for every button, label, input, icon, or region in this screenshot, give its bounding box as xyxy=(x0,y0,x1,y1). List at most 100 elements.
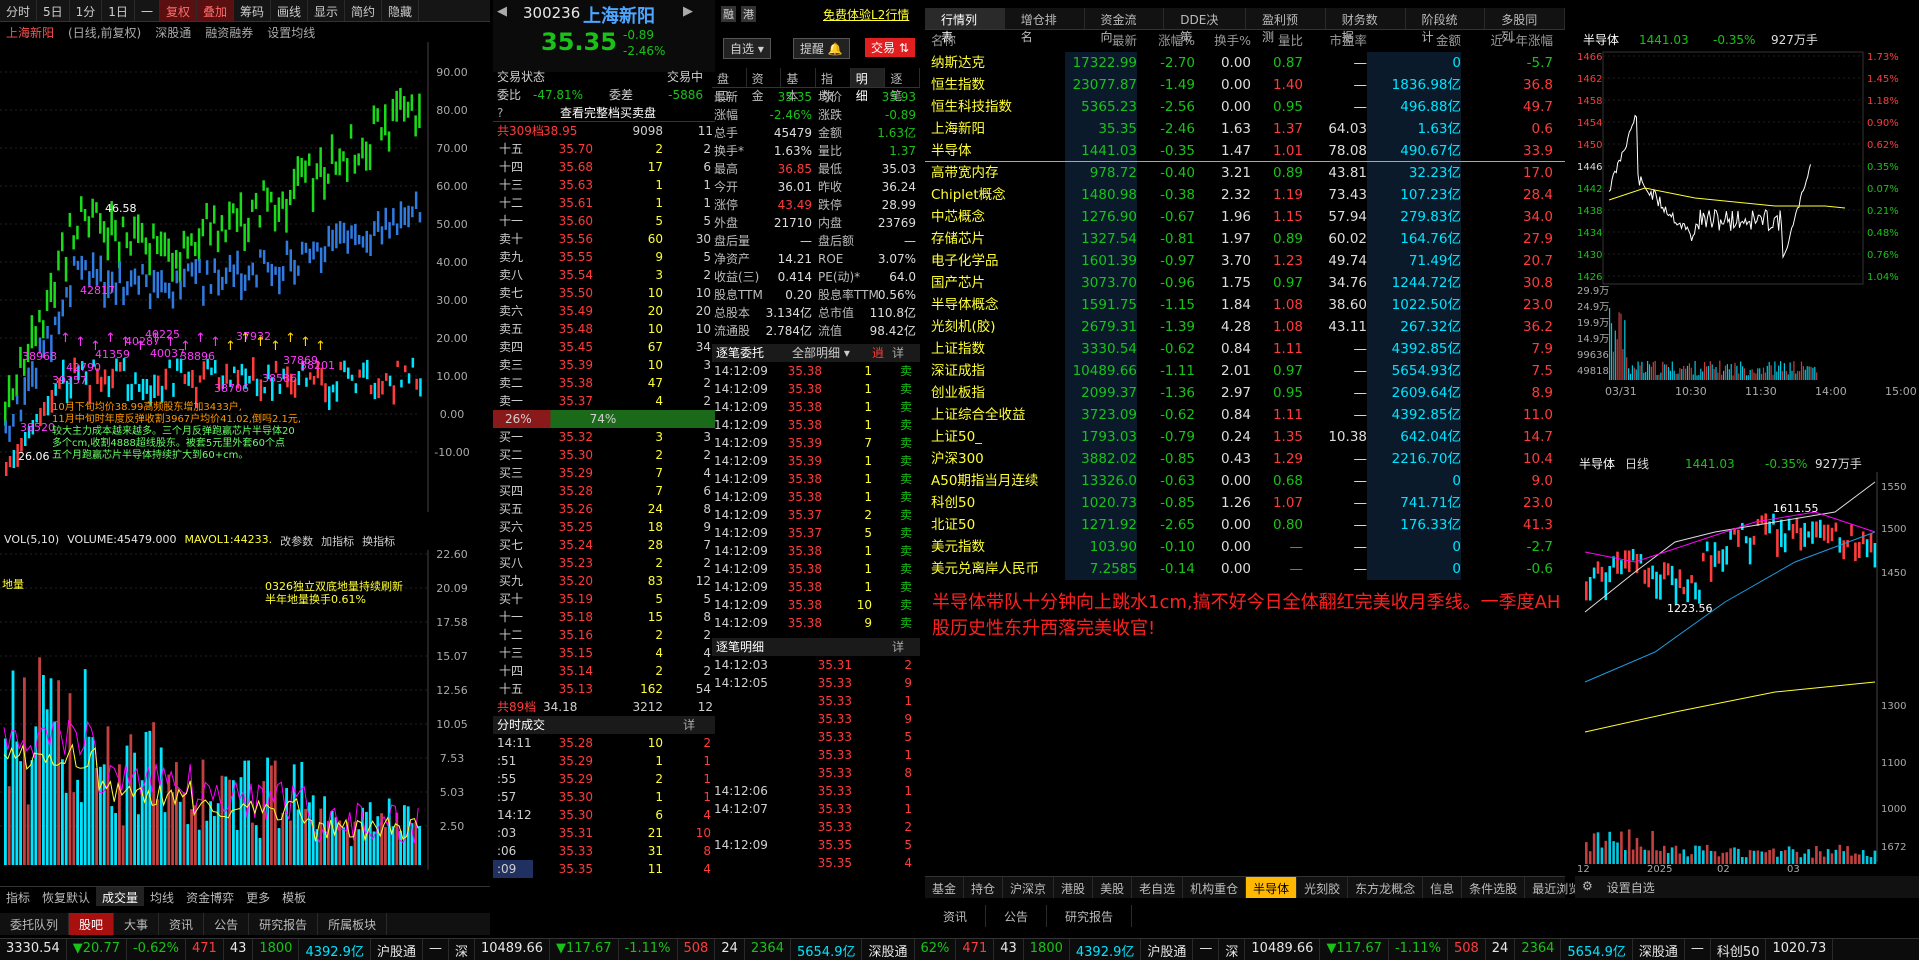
trade-button[interactable]: 交易 ⇅ xyxy=(865,38,915,57)
market-row[interactable]: 纳斯达克 17322.99 -2.70 0.00 0.87 —0 -5.7 xyxy=(925,52,1565,74)
info-tab-3[interactable]: 资讯 xyxy=(159,913,205,935)
info-tab-4[interactable]: 公告 xyxy=(204,913,250,935)
market-news-tab-0[interactable]: 资讯 xyxy=(925,905,987,927)
market-row[interactable]: 上海新阳 35.35 -2.46 1.63 1.37 64.03 1.63亿 0.6 xyxy=(925,118,1565,140)
detail-tab-0[interactable]: 盘口 xyxy=(712,68,747,103)
market-row[interactable]: 国产芯片 3073.70 -0.96 1.75 0.97 34.76 1244.72亿 30.… xyxy=(925,272,1565,294)
market-row[interactable]: 深证成指 10489.66 -1.11 2.01 0.97 —5654.93亿 7.5 xyxy=(925,360,1565,382)
detail-tab-5[interactable]: 逐笔 xyxy=(885,68,921,103)
market-row[interactable]: 创业板指 2099.37 -1.36 2.97 0.95 —2609.64亿 8.9 xyxy=(925,382,1565,404)
watchlist-button[interactable]: 自选 ▾ xyxy=(723,38,771,59)
indicator-tab-4[interactable]: 资金博弈 xyxy=(180,887,240,906)
watchlist-tab-2[interactable]: 沪深京 xyxy=(1003,877,1055,898)
intraday-index-chart[interactable]: 半导体 1441.03 -0.35% 927万手 1466 1462 1458 1454 145… xyxy=(1575,30,1919,450)
watchlist-tab-8[interactable]: 光刻胶 xyxy=(1297,877,1349,898)
market-row[interactable]: 半导体 1441.03 -0.35 1.47 1.01 78.08 490.67亿 33.9 xyxy=(925,140,1565,162)
market-row[interactable]: 中芯概念 1276.90 -0.67 1.96 1.15 57.94 279.83亿 34.0 xyxy=(925,206,1565,228)
prev-stock-icon[interactable]: ◀ xyxy=(497,4,507,19)
daily-index-chart[interactable]: 半导体 日线 1441.03 -0.35% 927万手 1550 1500 1450 1300 1… xyxy=(1575,452,1919,872)
market-news-tab-1[interactable]: 公告 xyxy=(986,905,1048,927)
market-tab-6[interactable]: 阶段统计 xyxy=(1406,8,1486,44)
toolbar-item-11[interactable]: 隐藏 xyxy=(382,0,420,21)
market-row[interactable]: 美元兑离岸人民币 7.2585 -0.14 0.00— —0 -0.6 xyxy=(925,558,1565,580)
market-tab-2[interactable]: 资金流向 xyxy=(1085,8,1165,44)
zb-more[interactable]: 详 xyxy=(892,344,912,362)
indicator-tab-6[interactable]: 模板 xyxy=(276,887,312,906)
zb-select[interactable]: 全部明细 ▾ xyxy=(792,344,872,362)
market-tab-0[interactable]: 行情列表 xyxy=(925,8,1005,44)
info-tab-0[interactable]: 委托队列 xyxy=(0,913,70,935)
watchlist-tab-7[interactable]: 半导体 xyxy=(1246,877,1298,898)
indicator-tab-2[interactable]: 成交量 xyxy=(96,887,145,906)
watchlist-tab-9[interactable]: 东方龙概念 xyxy=(1348,877,1424,898)
detail-tab-3[interactable]: 指数 xyxy=(816,68,851,103)
market-row[interactable]: 上证综合全收益 3723.09 -0.62 0.84 1.11 —4392.85亿 11.0 xyxy=(925,404,1565,426)
market-row[interactable]: 恒生科技指数 5365.23 -2.56 0.00 0.95 —496.88亿 49.7 xyxy=(925,96,1565,118)
chart-link-1[interactable]: 深股通 xyxy=(155,24,191,40)
indicator-tab-5[interactable]: 更多 xyxy=(240,887,276,906)
swap-indicator-button[interactable]: 换指标 xyxy=(362,533,395,549)
kline-chart[interactable]: 90.00 80.00 70.00 60.00 50.00 40.00 30.00 20.00… xyxy=(0,42,490,512)
info-tab-1[interactable]: 股吧 xyxy=(69,913,115,935)
toolbar-item-5[interactable]: 复权 xyxy=(159,0,197,21)
toolbar-item-1[interactable]: 5日 xyxy=(37,0,70,21)
next-stock-icon[interactable]: ▶ xyxy=(683,4,693,19)
watchlist-tab-4[interactable]: 美股 xyxy=(1093,877,1133,898)
full-book-link[interactable]: ? 查看完整档买卖盘 xyxy=(493,104,715,122)
mx-more[interactable]: 详 xyxy=(892,638,912,656)
chart-link-3[interactable]: 设置均线 xyxy=(267,24,315,40)
detail-tab-1[interactable]: 资金 xyxy=(747,68,782,103)
market-row[interactable]: 恒生指数 23077.87 -1.49 0.00 1.40 —1836.98亿 36.8 xyxy=(925,74,1565,96)
alert-button[interactable]: 提醒 🔔 xyxy=(793,38,850,59)
market-row[interactable]: 电子化学品 1601.39 -0.97 3.70 1.23 49.74 71.49亿 20.7 xyxy=(925,250,1565,272)
detail-tab-4[interactable]: 明细 xyxy=(850,68,886,103)
volume-chart[interactable]: 22.60 20.09 17.58 15.07 12.56 10.05 7.53 5.03 2.… xyxy=(0,550,490,870)
detail-tab-2[interactable]: 基本 xyxy=(781,68,817,103)
settings-watchlist-button[interactable]: 设置自选 xyxy=(1600,876,1662,898)
market-row[interactable]: 光刻机(胶) 2679.31 -1.39 4.28 1.08 43.11 267.32亿 36… xyxy=(925,316,1565,338)
market-tab-7[interactable]: 多股同列 xyxy=(1485,8,1565,44)
info-tab-2[interactable]: 大事 xyxy=(114,913,160,935)
change-params-button[interactable]: 改参数 xyxy=(280,533,313,549)
toolbar-item-9[interactable]: 显示 xyxy=(308,0,346,21)
market-news-tab-2[interactable]: 研究报告 xyxy=(1047,905,1133,927)
market-tab-4[interactable]: 盈利预测 xyxy=(1246,8,1326,44)
indicator-tab-0[interactable]: 指标 xyxy=(0,887,36,906)
market-row[interactable]: 存储芯片 1327.54 -0.81 1.97 0.89 60.02 164.76亿 27.9 xyxy=(925,228,1565,250)
watchlist-tab-6[interactable]: 机构重仓 xyxy=(1183,877,1247,898)
watchlist-tab-11[interactable]: 条件选股 xyxy=(1462,877,1526,898)
watchlist-tab-3[interactable]: 港股 xyxy=(1054,877,1094,898)
l2-trial-link[interactable]: 免费体验L2行情 xyxy=(823,6,909,23)
settings-icon[interactable]: ⚙ xyxy=(1575,876,1600,898)
watchlist-tab-1[interactable]: 持仓 xyxy=(964,877,1004,898)
indicator-tab-1[interactable]: 恢复默认 xyxy=(36,887,96,906)
market-row[interactable]: 沪深300 3882.02 -0.85 0.43 1.29 —2216.70亿 10.4 xyxy=(925,448,1565,470)
watchlist-tab-0[interactable]: 基金 xyxy=(925,877,965,898)
watchlist-tab-10[interactable]: 信息 xyxy=(1423,877,1463,898)
market-tab-5[interactable]: 财务数据 xyxy=(1326,8,1406,44)
add-indicator-button[interactable]: 加指标 xyxy=(321,533,354,549)
market-row[interactable]: 北证50 1271.92 -2.65 0.00 0.80 —176.33亿 41.3 xyxy=(925,514,1565,536)
market-row[interactable]: 科创50 1020.73 -0.85 1.26 1.07 —741.71亿 23.0 xyxy=(925,492,1565,514)
indicator-tab-3[interactable]: 均线 xyxy=(144,887,180,906)
market-row[interactable]: 上证指数 3330.54 -0.62 0.84 1.11 —4392.85亿 7.9 xyxy=(925,338,1565,360)
toolbar-item-8[interactable]: 画线 xyxy=(271,0,309,21)
toolbar-item-6[interactable]: 叠加 xyxy=(196,0,234,21)
market-tab-3[interactable]: DDE决策 xyxy=(1164,8,1246,44)
toolbar-item-10[interactable]: 简约 xyxy=(345,0,383,21)
zb-btn[interactable]: 逍 xyxy=(872,344,892,362)
info-tab-5[interactable]: 研究报告 xyxy=(249,913,319,935)
market-row[interactable]: A50期指当月连续 13326.0 -0.63 0.00 0.68 —0 9.0 xyxy=(925,470,1565,492)
market-row[interactable]: 半导体概念 1591.75 -1.15 1.84 1.08 38.60 1022.50亿 23… xyxy=(925,294,1565,316)
market-row[interactable]: Chiplet概念 1480.98 -0.38 2.32 1.19 73.43 107.23… xyxy=(925,184,1565,206)
chart-link-2[interactable]: 融资融券 xyxy=(205,24,253,40)
info-tab-6[interactable]: 所属板块 xyxy=(318,913,388,935)
market-row[interactable]: 上证50_ 1793.03 -0.79 0.24 1.35 10.38 642.04亿 14.… xyxy=(925,426,1565,448)
toolbar-item-7[interactable]: 筹码 xyxy=(234,0,271,21)
toolbar-item-2[interactable]: 1分 xyxy=(70,0,103,21)
market-row[interactable]: 美元指数 103.90 -0.10 0.00— —0 -2.7 xyxy=(925,536,1565,558)
market-tab-1[interactable]: 增仓排名 xyxy=(1005,8,1085,44)
toolbar-item-0[interactable]: 分时 xyxy=(0,0,38,21)
watchlist-tab-5[interactable]: 老自选 xyxy=(1132,877,1184,898)
market-row[interactable]: 高带宽内存 978.72 -0.40 3.21 0.89 43.81 32.23亿 17.0 xyxy=(925,162,1565,184)
